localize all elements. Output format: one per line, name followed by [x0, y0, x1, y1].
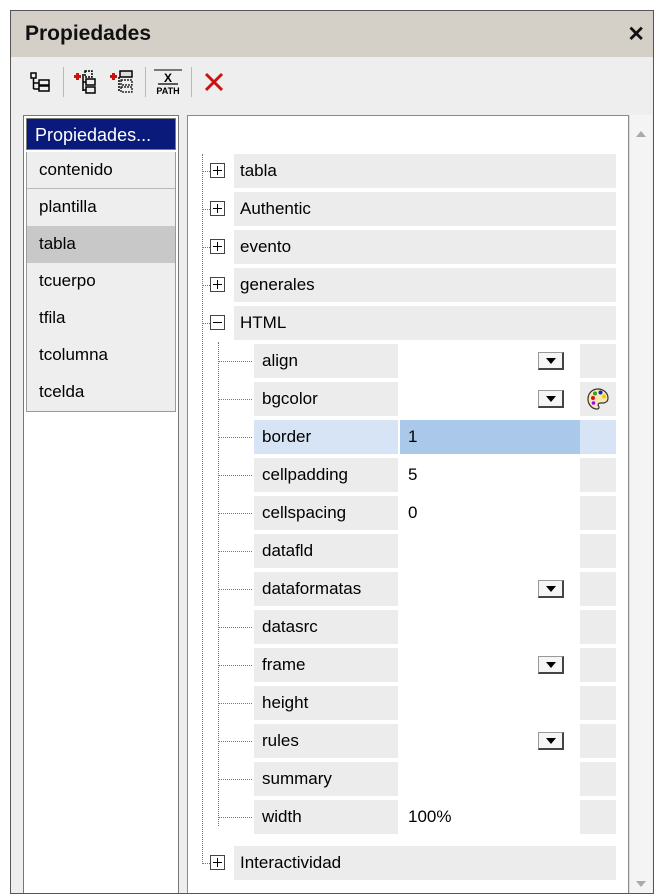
property-name: border — [262, 427, 312, 446]
property-name: datafld — [262, 541, 314, 560]
chevron-down-icon[interactable] — [538, 580, 564, 598]
color-palette-icon[interactable] — [586, 387, 610, 411]
component-list-items: contenido plantilla tabla tcuerpo tfila … — [26, 152, 176, 412]
group-label: Interactividad — [240, 853, 342, 872]
property-row-datasrc[interactable]: datasrc — [188, 608, 628, 646]
list-item-plantilla[interactable]: plantilla — [27, 189, 175, 226]
group-label: HTML — [240, 313, 287, 332]
scroll-up-icon[interactable] — [636, 131, 646, 137]
attribute-grid: Atributo Valor tabla Authentic evento ge… — [187, 115, 629, 893]
property-value[interactable]: 5 — [408, 456, 417, 494]
tree-structure-icon[interactable] — [23, 65, 57, 99]
property-row-cellspacing[interactable]: cellspacing 0 — [188, 494, 628, 532]
expand-icon[interactable] — [210, 855, 225, 870]
property-name: dataformatas — [262, 579, 362, 598]
chevron-down-icon[interactable] — [538, 390, 564, 408]
property-row-width[interactable]: width 100% — [188, 798, 628, 836]
property-value[interactable]: 1 — [408, 418, 417, 456]
expand-icon[interactable] — [210, 239, 225, 254]
group-row-interactividad[interactable]: Interactividad — [188, 844, 628, 882]
group-label: tabla — [240, 161, 277, 180]
list-item-tfila[interactable]: tfila — [27, 300, 175, 337]
expand-icon[interactable] — [210, 163, 225, 178]
toolbar-separator — [191, 67, 192, 97]
close-icon[interactable]: ✕ — [627, 22, 645, 47]
property-name: frame — [262, 655, 306, 674]
chevron-down-icon[interactable] — [538, 732, 564, 750]
property-row-datafld[interactable]: datafld — [188, 532, 628, 570]
xpath-icon-x: X — [164, 71, 172, 85]
property-row-border[interactable]: border 1 — [188, 418, 628, 456]
component-list-header: Propiedades... — [26, 118, 176, 150]
property-name: height — [262, 693, 309, 712]
property-row-rules[interactable]: rules — [188, 722, 628, 760]
list-item-contenido[interactable]: contenido — [27, 152, 175, 189]
attribute-column-header[interactable]: Atributo — [190, 118, 406, 150]
chevron-down-icon[interactable] — [538, 656, 564, 674]
group-row-tabla[interactable]: tabla — [188, 152, 628, 190]
xpath-icon[interactable]: X PATH — [151, 65, 185, 99]
expand-icon[interactable] — [210, 201, 225, 216]
property-value[interactable]: 0 — [408, 494, 417, 532]
collapse-icon[interactable] — [210, 315, 225, 330]
property-row-cellpadding[interactable]: cellpadding 5 — [188, 456, 628, 494]
list-item-tabla[interactable]: tabla — [27, 226, 175, 263]
add-attribute-icon[interactable] — [105, 65, 139, 99]
property-name: align — [262, 351, 298, 370]
vertical-scrollbar[interactable] — [629, 115, 652, 893]
toolbar-separator — [145, 67, 146, 97]
property-row-align[interactable]: align — [188, 342, 628, 380]
group-label: evento — [240, 237, 292, 256]
properties-panel: Propiedades ✕ X PATH Propiedades... cont… — [10, 10, 654, 894]
property-row-bgcolor[interactable]: bgcolor — [188, 380, 628, 418]
panel-title: Propiedades — [25, 22, 152, 45]
chevron-down-icon[interactable] — [538, 352, 564, 370]
property-name: bgcolor — [262, 389, 318, 408]
group-row-authentic[interactable]: Authentic — [188, 190, 628, 228]
property-name: datasrc — [262, 617, 318, 636]
add-child-attribute-icon[interactable] — [69, 65, 103, 99]
property-row-height[interactable]: height — [188, 684, 628, 722]
property-row-dataformatas[interactable]: dataformatas — [188, 570, 628, 608]
expand-icon[interactable] — [210, 277, 225, 292]
list-item-tcelda[interactable]: tcelda — [27, 374, 175, 411]
group-row-evento[interactable]: evento — [188, 228, 628, 266]
scroll-down-icon[interactable] — [636, 881, 646, 887]
group-row-html[interactable]: HTML — [188, 304, 628, 342]
property-name: summary — [262, 769, 332, 788]
group-row-generales[interactable]: generales — [188, 266, 628, 304]
title-bar: Propiedades ✕ — [11, 11, 653, 58]
toolbar-separator — [63, 67, 64, 97]
property-name: cellpadding — [262, 465, 349, 484]
property-name: rules — [262, 731, 299, 750]
group-label: Authentic — [240, 199, 311, 218]
delete-icon[interactable] — [197, 65, 231, 99]
value-column-header[interactable]: Valor — [408, 118, 612, 150]
group-label: generales — [240, 275, 315, 294]
xpath-icon-path: PATH — [156, 86, 179, 96]
property-name: width — [262, 807, 302, 826]
component-list: Propiedades... contenido plantilla tabla… — [23, 115, 179, 893]
property-value[interactable]: 100% — [408, 798, 451, 836]
property-row-frame[interactable]: frame — [188, 646, 628, 684]
property-row-summary[interactable]: summary — [188, 760, 628, 798]
property-name: cellspacing — [262, 503, 347, 522]
toolbar: X PATH — [11, 57, 653, 109]
list-item-tcolumna[interactable]: tcolumna — [27, 337, 175, 374]
list-item-tcuerpo[interactable]: tcuerpo — [27, 263, 175, 300]
